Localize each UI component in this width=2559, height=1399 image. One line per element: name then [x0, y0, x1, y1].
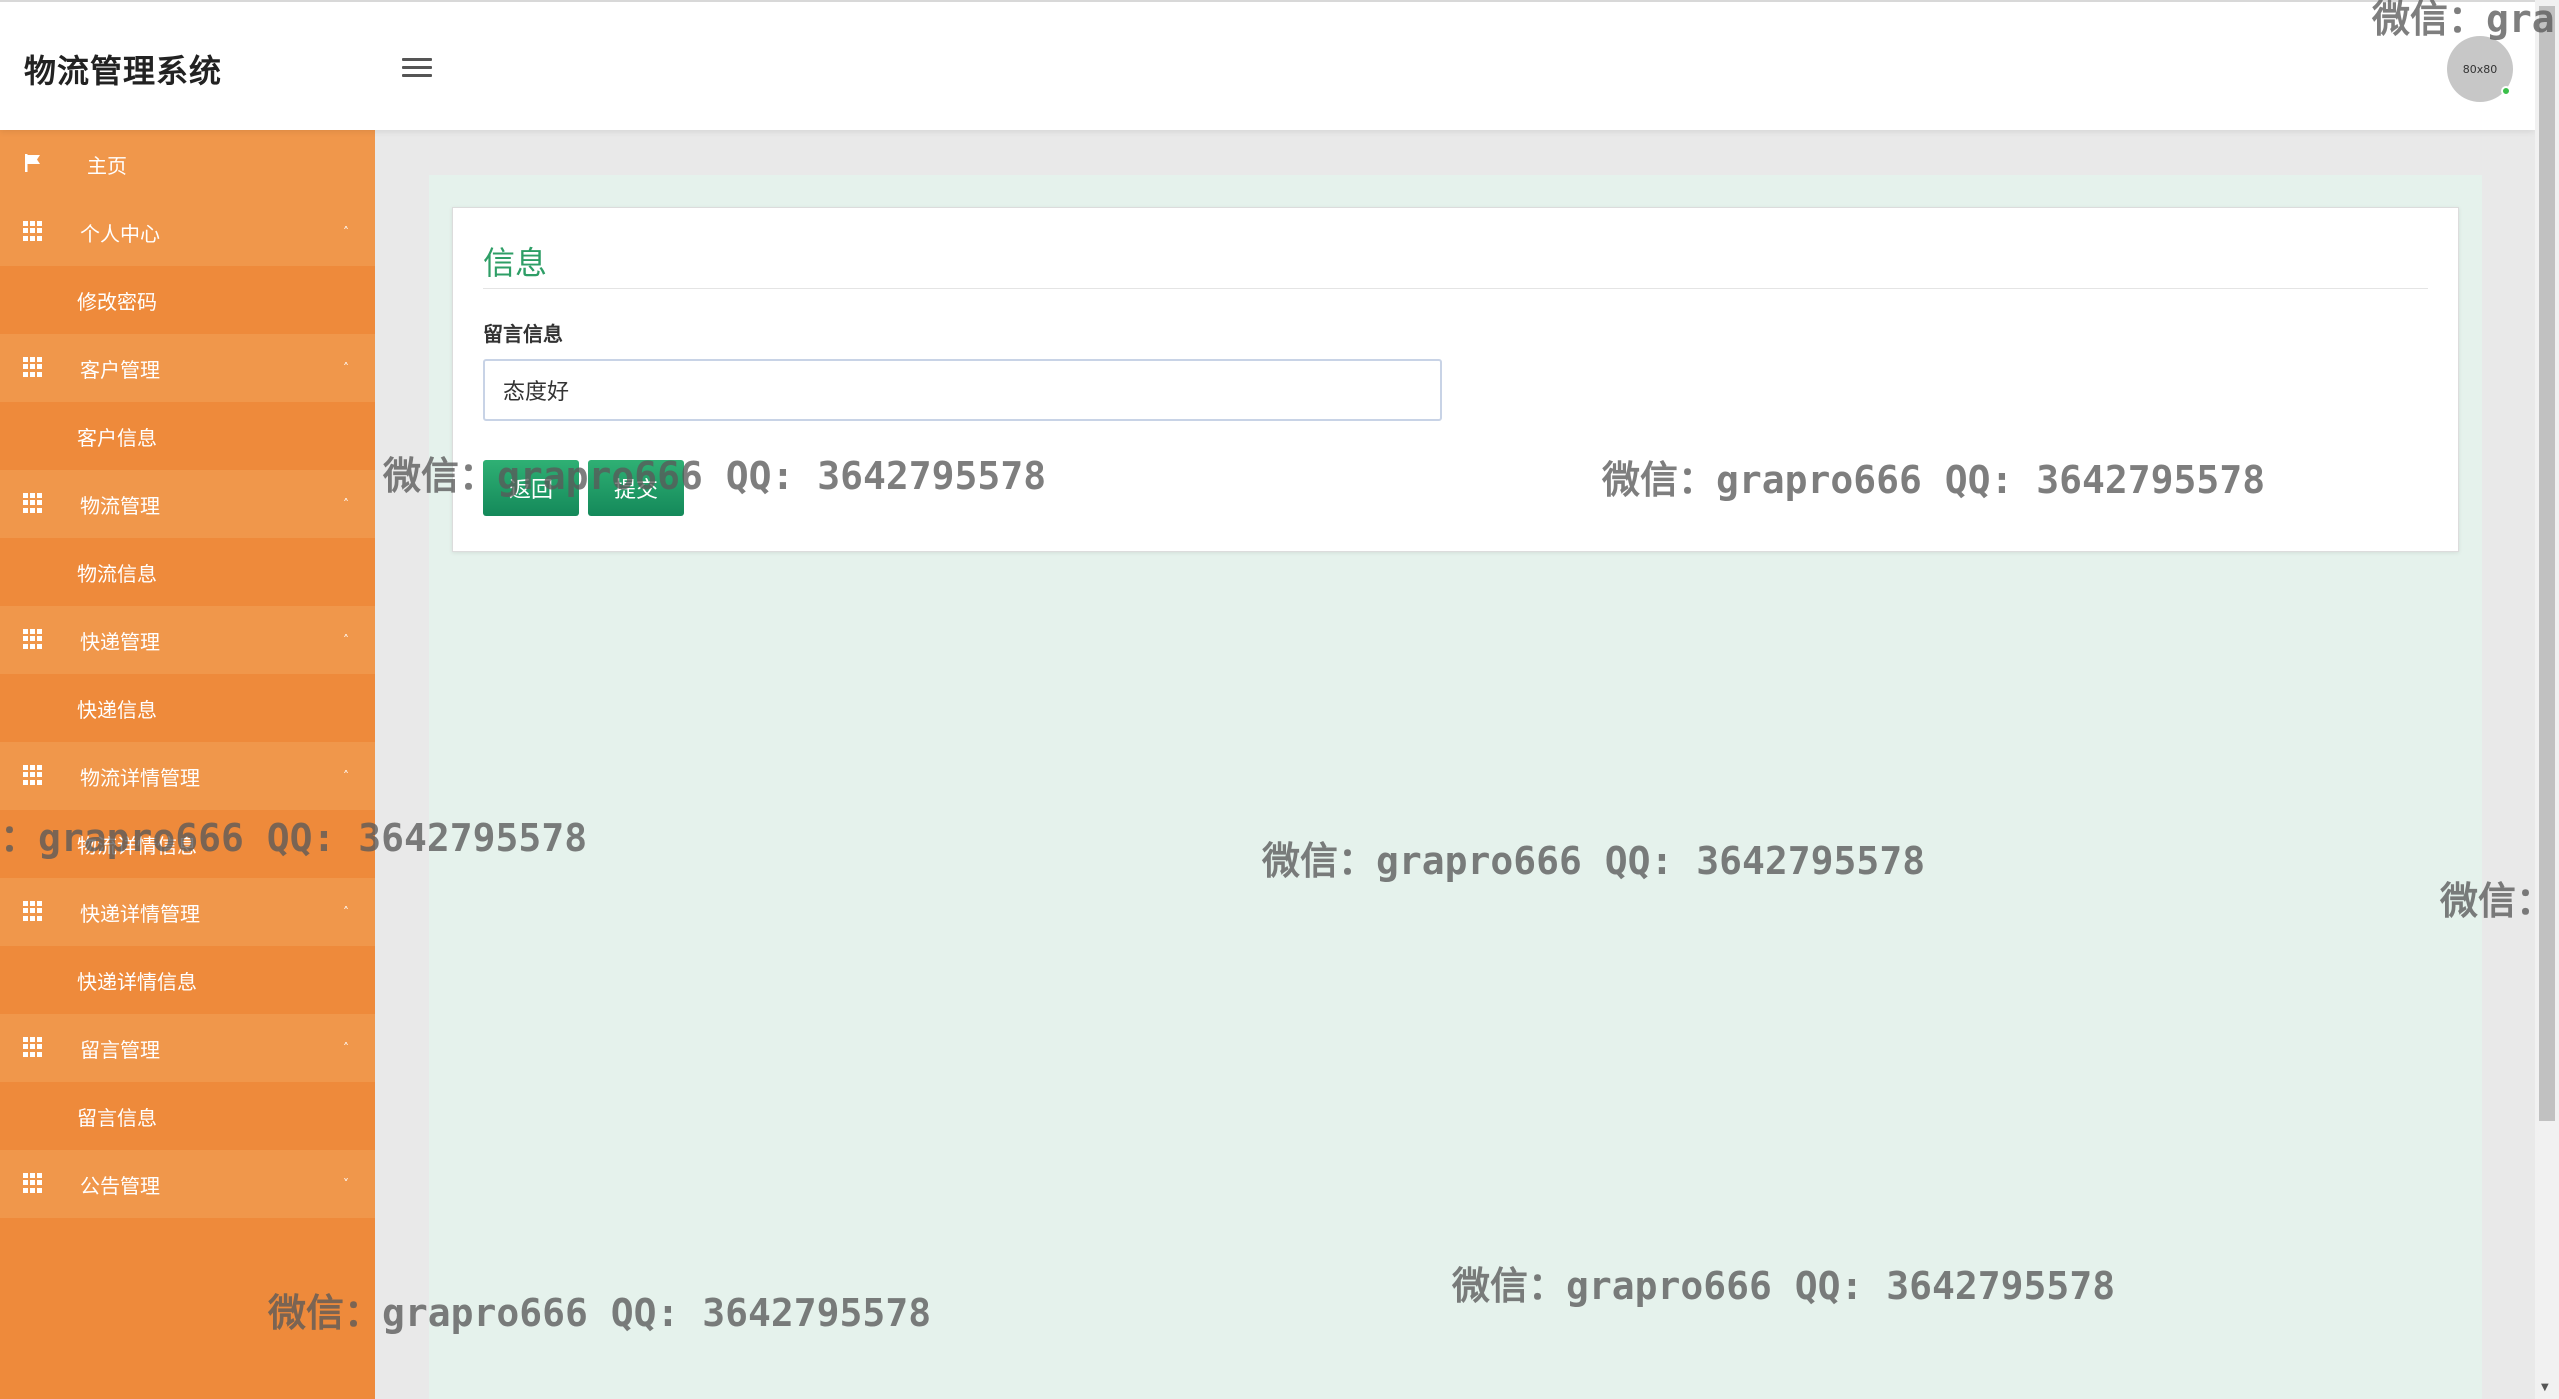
sidebar-item-label: 物流详情管理: [80, 765, 200, 790]
sidebar-item-logistics-detail-info[interactable]: 物流详情信息: [0, 810, 375, 878]
flag-icon: [25, 154, 40, 172]
grid-icon: [23, 901, 43, 921]
sidebar-item-label: 主页: [87, 153, 127, 178]
sidebar-item-label: 客户信息: [77, 425, 157, 450]
back-button[interactable]: 返回: [483, 460, 579, 516]
sidebar-item-logistics-management[interactable]: 物流管理 ˄: [0, 470, 375, 538]
submit-button[interactable]: 提交: [588, 460, 684, 516]
sidebar-item-customer-management[interactable]: 客户管理 ˄: [0, 334, 375, 402]
sidebar-item-express-detail-management[interactable]: 快递详情管理 ˄: [0, 878, 375, 946]
sidebar-item-express-detail-info[interactable]: 快递详情信息: [0, 946, 375, 1014]
title-divider: [483, 288, 2428, 289]
grid-icon: [23, 765, 43, 785]
sidebar-item-label: 快递管理: [80, 629, 160, 654]
sidebar-item-label: 快递详情管理: [80, 901, 200, 926]
grid-icon: [23, 357, 43, 377]
message-input[interactable]: [483, 359, 1442, 421]
grid-icon: [23, 1037, 43, 1057]
sidebar-item-message-info[interactable]: 留言信息: [0, 1082, 375, 1150]
grid-icon: [23, 1173, 43, 1193]
scrollbar-thumb[interactable]: [2539, 6, 2555, 1121]
chevron-up-icon: ˄: [343, 905, 349, 919]
sidebar-item-label: 快递详情信息: [77, 969, 197, 994]
sidebar-item-customer-info[interactable]: 客户信息: [0, 402, 375, 470]
chevron-up-icon: ˄: [343, 497, 349, 511]
sidebar: 主页 个人中心 ˄ 修改密码 客户管理 ˄ 客户信息 物流管理 ˄ 物流信息 快…: [0, 130, 375, 1399]
chevron-up-icon: ˄: [343, 225, 349, 239]
chevron-down-icon: ˅: [343, 1177, 349, 1191]
grid-icon: [23, 221, 43, 241]
message-field-label: 留言信息: [483, 322, 563, 346]
sidebar-item-label: 留言信息: [77, 1105, 157, 1130]
sidebar-item-notice-management[interactable]: 公告管理 ˅: [0, 1150, 375, 1218]
sidebar-item-express-info[interactable]: 快递信息: [0, 674, 375, 742]
sidebar-item-label: 客户管理: [80, 357, 160, 382]
sidebar-item-label: 留言管理: [80, 1037, 160, 1062]
sidebar-item-home[interactable]: 主页: [0, 130, 375, 198]
top-header: 物流管理系统 80x80: [0, 0, 2535, 130]
sidebar-item-logistics-info[interactable]: 物流信息: [0, 538, 375, 606]
sidebar-item-label: 物流信息: [77, 561, 157, 586]
sidebar-item-label: 物流管理: [80, 493, 160, 518]
chevron-up-icon: ˄: [343, 769, 349, 783]
sidebar-item-label: 物流详情信息: [77, 833, 197, 858]
menu-toggle-icon[interactable]: [402, 58, 432, 80]
sidebar-item-label: 公告管理: [80, 1173, 160, 1198]
page-title: 信息: [483, 244, 548, 282]
online-status-indicator: [2501, 86, 2511, 96]
sidebar-item-label: 修改密码: [77, 289, 157, 314]
sidebar-item-logistics-detail-management[interactable]: 物流详情管理 ˄: [0, 742, 375, 810]
grid-icon: [23, 493, 43, 513]
chevron-up-icon: ˄: [343, 1041, 349, 1055]
sidebar-item-personal-center[interactable]: 个人中心 ˄: [0, 198, 375, 266]
sidebar-item-change-password[interactable]: 修改密码: [0, 266, 375, 334]
app-title: 物流管理系统: [24, 52, 223, 90]
sidebar-item-label: 快递信息: [77, 697, 157, 722]
scroll-down-arrow-icon[interactable]: ▼: [2541, 1382, 2549, 1393]
sidebar-item-express-management[interactable]: 快递管理 ˄: [0, 606, 375, 674]
form-card: 信息 留言信息 返回 提交: [452, 207, 2459, 552]
sidebar-item-message-management[interactable]: 留言管理 ˄: [0, 1014, 375, 1082]
grid-icon: [23, 629, 43, 649]
sidebar-item-label: 个人中心: [80, 221, 160, 246]
chevron-up-icon: ˄: [343, 633, 349, 647]
chevron-up-icon: ˄: [343, 361, 349, 375]
main-content: 信息 留言信息 返回 提交: [429, 175, 2482, 1399]
